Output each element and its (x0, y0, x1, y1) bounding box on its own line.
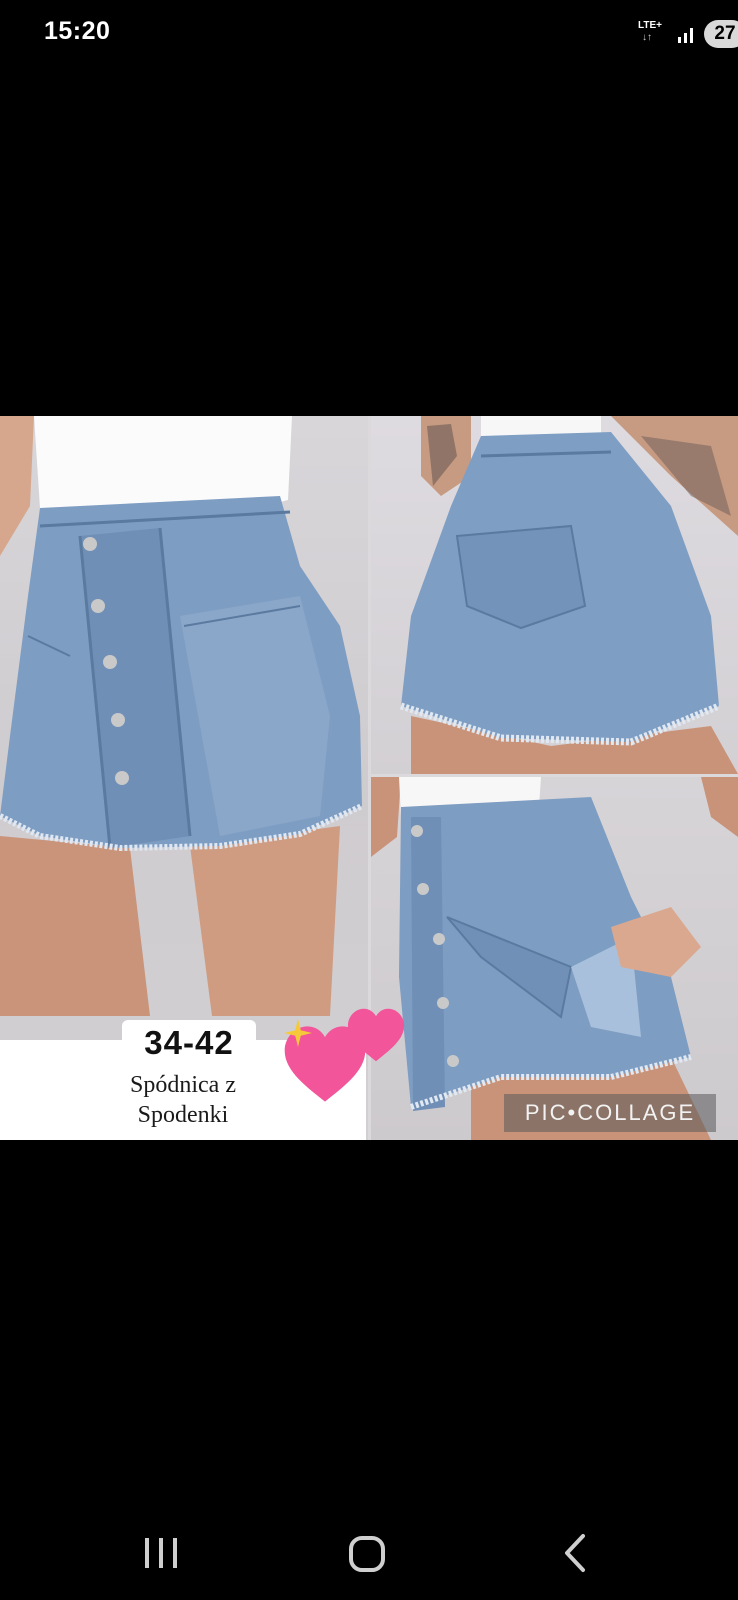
status-bar: 15:20 LTE+ ↓↑ 27 (0, 0, 738, 66)
pic-collage-watermark: PIC•COLLAGE (504, 1094, 716, 1132)
recents-button[interactable] (116, 1508, 206, 1600)
battery-indicator: 27 (704, 20, 738, 48)
heart-icon (347, 1008, 405, 1062)
back-button[interactable] (530, 1508, 620, 1600)
data-activity-icon: ↓↑ (642, 32, 652, 43)
caption-line-1: Spódnica z (130, 1072, 236, 1098)
front-view-photo: 34-42 Spódnica z Spodenki (0, 416, 368, 1140)
side-view-illustration (371, 777, 738, 1140)
sparkle-icon (284, 1019, 312, 1047)
caption-line-2: Spodenki (137, 1102, 229, 1128)
signal-icon (678, 28, 693, 43)
size-range-label: 34-42 (122, 1020, 256, 1066)
back-view-photo (371, 416, 738, 774)
back-view-illustration (399, 416, 738, 774)
product-collage-image[interactable]: 34-42 Spódnica z Spodenki PIC•COLLAGE (0, 416, 738, 1140)
home-button[interactable] (322, 1508, 412, 1600)
navigation-bar (0, 1508, 738, 1600)
back-icon (565, 1534, 585, 1572)
side-view-photo: PIC•COLLAGE (371, 777, 738, 1140)
recents-icon (145, 1538, 177, 1568)
network-type-icon: LTE+ ↓↑ (638, 20, 668, 48)
status-time: 15:20 (44, 17, 111, 45)
network-type-label: LTE+ (638, 20, 662, 31)
screen: 15:20 LTE+ ↓↑ 27 34-42 Spódnica z Spoden… (0, 0, 738, 1600)
home-icon (349, 1536, 385, 1572)
